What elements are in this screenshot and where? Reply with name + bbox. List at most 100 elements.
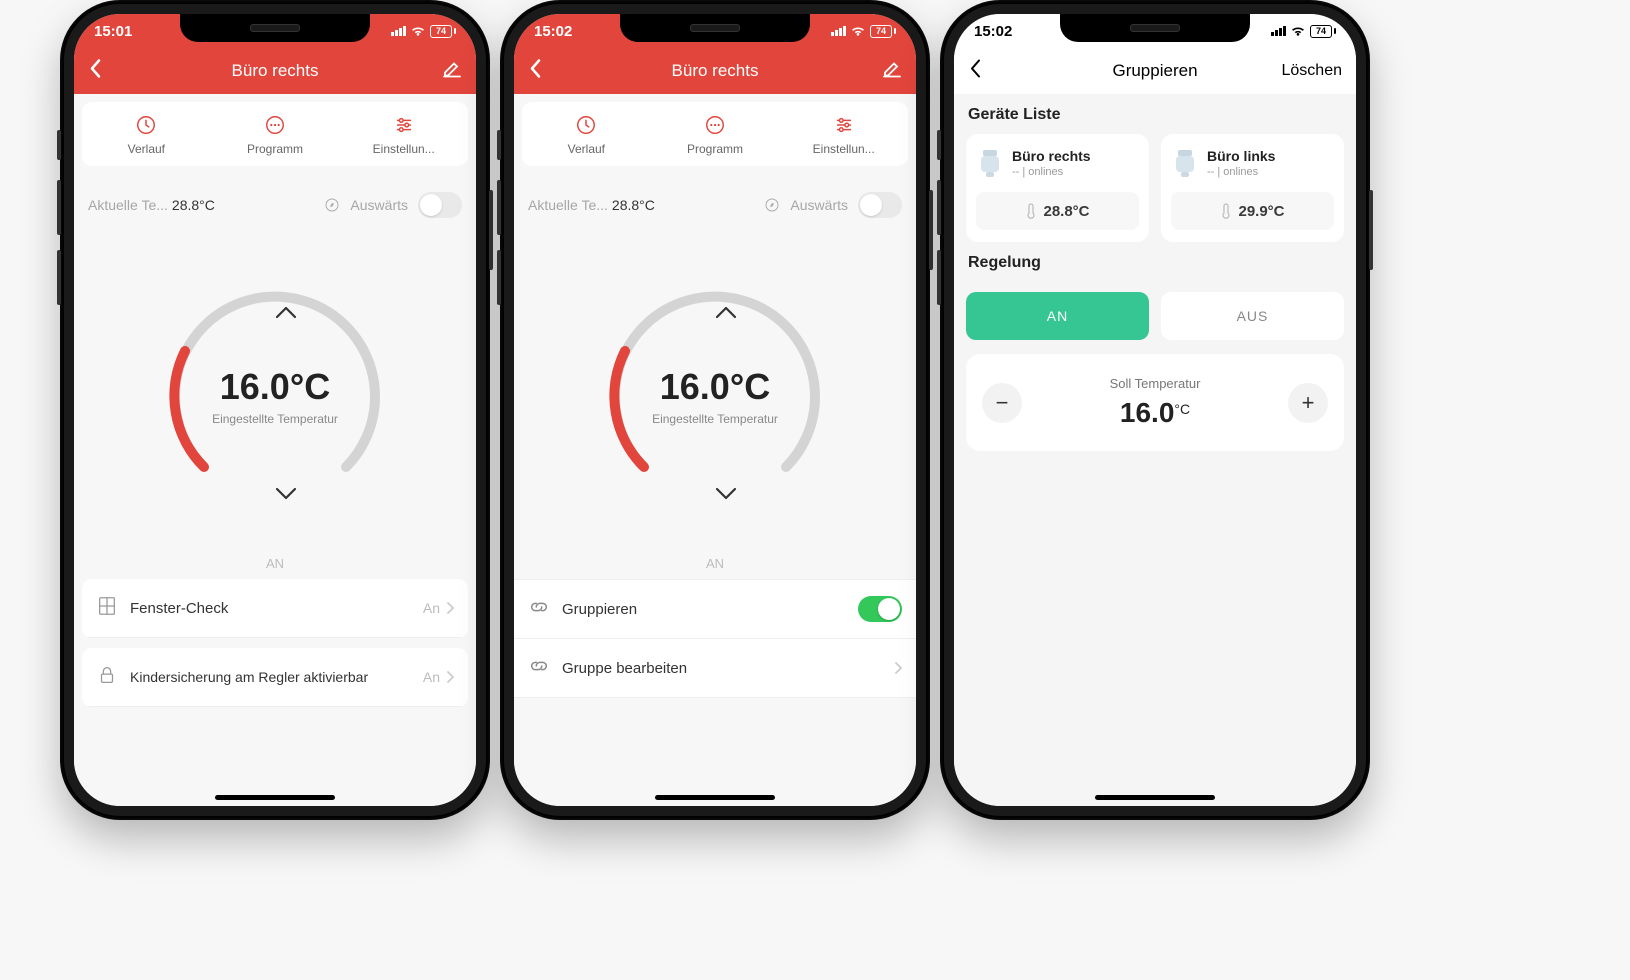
clock-icon (135, 114, 157, 136)
page-title: Büro rechts (232, 61, 319, 81)
current-temp-value: 28.8°C (612, 197, 655, 213)
set-temp-value: 16.0°C (220, 366, 330, 408)
tab-settings[interactable]: Einstellun... (339, 114, 468, 156)
device-temp: 29.9°C (1238, 203, 1284, 220)
nav-bar: Gruppieren Löschen (954, 48, 1356, 94)
cellular-icon (831, 26, 846, 36)
device-list-title: Geräte Liste (966, 94, 1344, 134)
tab-history[interactable]: Verlauf (522, 114, 651, 156)
page-title: Büro rechts (672, 61, 759, 81)
target-temp-value: 16.0 (1120, 397, 1175, 428)
mode-label: AN (514, 556, 916, 571)
cellular-icon (391, 26, 406, 36)
mode-label: AN (74, 556, 476, 571)
tab-settings[interactable]: Einstellun... (779, 114, 908, 156)
target-temp-card: − Soll Temperatur 16.0°C + (966, 354, 1344, 451)
compass-icon (764, 197, 780, 213)
battery-icon: 74 (430, 25, 456, 38)
tabs: Verlauf Programm Einstellun... (522, 102, 908, 166)
device-temp: 28.8°C (1043, 203, 1089, 220)
row-kindersicherung[interactable]: Kindersicherung am Regler aktivierbar An (82, 648, 468, 707)
away-toggle[interactable] (858, 192, 902, 218)
tab-history[interactable]: Verlauf (82, 114, 211, 156)
device-status: -- | onlines (1207, 166, 1275, 178)
row-label: Fenster-Check (130, 600, 228, 617)
thermostat-icon (1171, 146, 1199, 180)
nav-bar: Büro rechts (74, 48, 476, 94)
battery-icon: 74 (870, 25, 896, 38)
edit-button[interactable] (442, 59, 462, 84)
chevron-right-icon (894, 661, 902, 675)
wifi-icon (850, 25, 866, 37)
target-temp-label: Soll Temperatur (1110, 376, 1201, 391)
temp-plus-button[interactable]: + (1288, 383, 1328, 423)
device-name: Büro links (1207, 148, 1275, 164)
sliders-icon (833, 114, 855, 136)
lock-icon (96, 664, 118, 690)
row-value: An (423, 600, 440, 616)
back-button[interactable] (88, 59, 102, 84)
device-card[interactable]: Büro rechts -- | onlines 28.8°C (966, 134, 1149, 242)
temperature-dial: 16.0°C Eingestellte Temperatur (74, 236, 476, 556)
control-on-button[interactable]: AN (966, 292, 1149, 340)
device-name: Büro rechts (1012, 148, 1091, 164)
tabs: Verlauf Programm Einstellun... (82, 102, 468, 166)
battery-icon: 74 (1310, 25, 1336, 38)
status-time: 15:02 (974, 23, 1012, 40)
chevron-right-icon (446, 670, 454, 684)
row-value: An (423, 669, 440, 685)
back-button[interactable] (968, 59, 982, 84)
sliders-icon (393, 114, 415, 136)
device-status: -- | onlines (1012, 166, 1091, 178)
thermostat-icon (976, 146, 1004, 180)
away-label: Auswärts (790, 197, 848, 213)
status-time: 15:01 (94, 23, 132, 40)
info-row: Aktuelle Te... 28.8°C Auswärts (74, 174, 476, 236)
set-temp-value: 16.0°C (660, 366, 770, 408)
page-title: Gruppieren (1112, 61, 1197, 81)
control-off-button[interactable]: AUS (1161, 292, 1344, 340)
back-button[interactable] (528, 59, 542, 84)
nav-bar: Büro rechts (514, 48, 916, 94)
device-card[interactable]: Büro links -- | onlines 29.9°C (1161, 134, 1344, 242)
thermometer-icon (1025, 202, 1037, 220)
row-label: Gruppe bearbeiten (562, 660, 687, 677)
link-icon (528, 655, 550, 681)
home-indicator[interactable] (1095, 795, 1215, 800)
cellular-icon (1271, 26, 1286, 36)
away-label: Auswärts (350, 197, 408, 213)
link-icon (528, 596, 550, 622)
set-temp-label: Eingestellte Temperatur (652, 412, 778, 426)
row-gruppieren[interactable]: Gruppieren (514, 580, 916, 639)
tab-program[interactable]: Programm (211, 114, 340, 156)
tab-program[interactable]: Programm (651, 114, 780, 156)
delete-button[interactable]: Löschen (1282, 62, 1343, 80)
status-time: 15:02 (534, 23, 572, 40)
set-temp-label: Eingestellte Temperatur (212, 412, 338, 426)
home-indicator[interactable] (655, 795, 775, 800)
row-label: Gruppieren (562, 601, 637, 618)
info-row: Aktuelle Te... 28.8°C Auswärts (514, 174, 916, 236)
clock-icon (575, 114, 597, 136)
row-gruppe-bearbeiten[interactable]: Gruppe bearbeiten (514, 639, 916, 698)
wifi-icon (410, 25, 426, 37)
row-fenster-check[interactable]: Fenster-Check An (82, 579, 468, 638)
chevron-right-icon (446, 601, 454, 615)
away-toggle[interactable] (418, 192, 462, 218)
current-temp-value: 28.8°C (172, 197, 215, 213)
window-icon (96, 595, 118, 621)
current-temp-label: Aktuelle Te... (528, 197, 608, 213)
gruppieren-toggle[interactable] (858, 596, 902, 622)
temp-minus-button[interactable]: − (982, 383, 1022, 423)
dots-icon (704, 114, 726, 136)
edit-button[interactable] (882, 59, 902, 84)
home-indicator[interactable] (215, 795, 335, 800)
target-temp-unit: °C (1174, 401, 1190, 417)
dots-icon (264, 114, 286, 136)
current-temp-label: Aktuelle Te... (88, 197, 168, 213)
row-label: Kindersicherung am Regler aktivierbar (130, 669, 368, 685)
thermometer-icon (1220, 202, 1232, 220)
control-title: Regelung (966, 242, 1344, 282)
temperature-dial: 16.0°C Eingestellte Temperatur (514, 236, 916, 556)
compass-icon (324, 197, 340, 213)
